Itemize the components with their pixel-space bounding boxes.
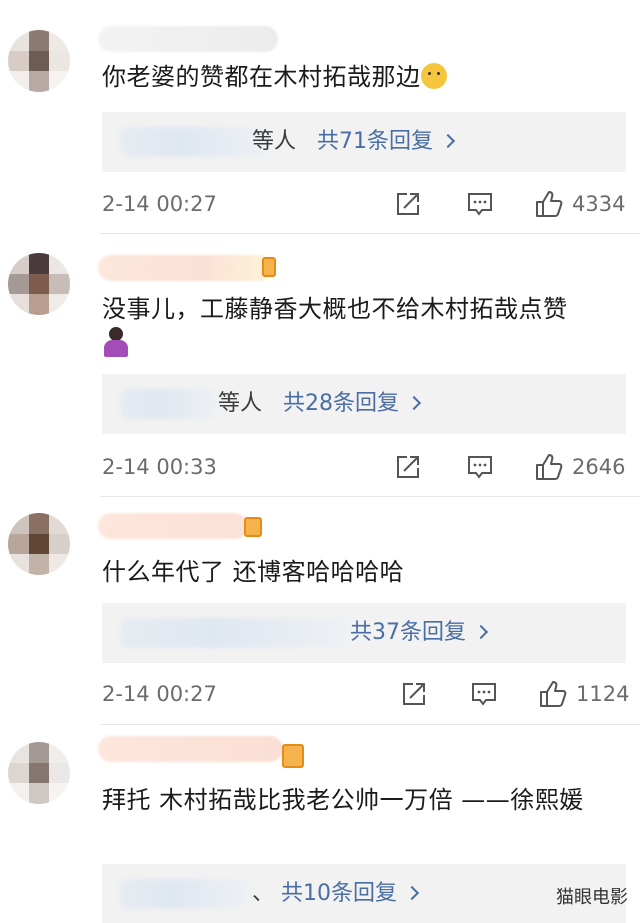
comment-icon: [468, 456, 492, 479]
reply-suffix: 等人: [252, 129, 297, 154]
member-badge-icon: [262, 257, 276, 277]
thumbs-up-icon: [536, 191, 563, 217]
comment-text: 什么年代了 还博客哈哈哈哈: [102, 558, 405, 586]
timestamp: 2-14 00:27: [102, 192, 217, 216]
reply-usernames: [120, 618, 350, 648]
reply-count-link[interactable]: 共10条回复: [281, 881, 397, 906]
username[interactable]: [98, 255, 273, 281]
comment-text: 拜托 木村拓哉比我老公帅一万倍 ——徐熙媛: [102, 786, 584, 814]
like-count: 4334: [572, 192, 626, 216]
chevron-right-icon: [404, 885, 420, 901]
like-button[interactable]: 2646: [534, 451, 625, 483]
avatar[interactable]: [8, 253, 70, 315]
thumbs-up-icon: [540, 681, 567, 707]
reply-preview[interactable]: 等人 共28条回复: [102, 374, 626, 434]
comment-button[interactable]: [466, 451, 494, 483]
comment-meta: 2-14 00:27 4334: [102, 188, 628, 220]
person-shrugging-emoji-icon: [102, 327, 130, 357]
share-icon: [397, 193, 419, 215]
reply-usernames: [120, 127, 270, 157]
comment-meta: 2-14 00:27 1124: [102, 678, 629, 710]
reply-preview[interactable]: 等人 共71条回复: [102, 112, 626, 172]
watermark: 猫眼电影: [556, 887, 628, 908]
member-badge-icon: [244, 517, 262, 537]
comment-icon: [472, 683, 496, 706]
thumbs-up-icon: [536, 454, 563, 480]
reply-preview[interactable]: 共37条回复: [102, 603, 626, 663]
username[interactable]: [98, 513, 248, 539]
comment-button[interactable]: [466, 188, 494, 220]
comment-meta: 2-14 00:33 2646: [102, 451, 628, 483]
comment-button[interactable]: [470, 678, 498, 710]
member-badge-icon: [282, 744, 304, 768]
share-icon: [403, 683, 425, 705]
reply-usernames: [120, 879, 250, 909]
avatar[interactable]: [8, 513, 70, 575]
doge-emoji-icon: [420, 63, 447, 89]
chevron-right-icon: [406, 395, 422, 411]
comment-icon: [468, 193, 492, 216]
like-button[interactable]: 4334: [534, 188, 625, 220]
reply-suffix: 等人: [218, 391, 263, 416]
timestamp: 2-14 00:27: [102, 682, 217, 706]
share-button[interactable]: [394, 451, 422, 483]
chevron-right-icon: [473, 624, 489, 640]
timestamp: 2-14 00:33: [102, 455, 217, 479]
reply-suffix: 、: [252, 881, 275, 906]
divider: [100, 496, 640, 497]
avatar[interactable]: [8, 30, 70, 92]
divider: [100, 724, 640, 725]
like-count: 1124: [576, 682, 630, 706]
share-button[interactable]: [400, 678, 428, 710]
username[interactable]: [98, 736, 283, 762]
chevron-right-icon: [440, 133, 456, 149]
reply-count-link[interactable]: 共71条回复: [317, 129, 433, 154]
reply-count-link[interactable]: 共28条回复: [283, 391, 399, 416]
comment-text: 你老婆的赞都在木村拓哉那边: [102, 60, 626, 94]
username[interactable]: [98, 26, 278, 52]
reply-count-link[interactable]: 共37条回复: [350, 620, 466, 645]
reply-preview[interactable]: 、 共10条回复: [102, 864, 626, 923]
share-button[interactable]: [394, 188, 422, 220]
like-button[interactable]: 1124: [538, 678, 629, 710]
like-count: 2646: [572, 455, 626, 479]
avatar[interactable]: [8, 742, 70, 804]
comment-text: 没事儿，工藤静香大概也不给木村拓哉点赞: [102, 292, 626, 360]
share-icon: [397, 456, 419, 478]
reply-usernames: [120, 389, 220, 419]
divider: [100, 233, 640, 234]
